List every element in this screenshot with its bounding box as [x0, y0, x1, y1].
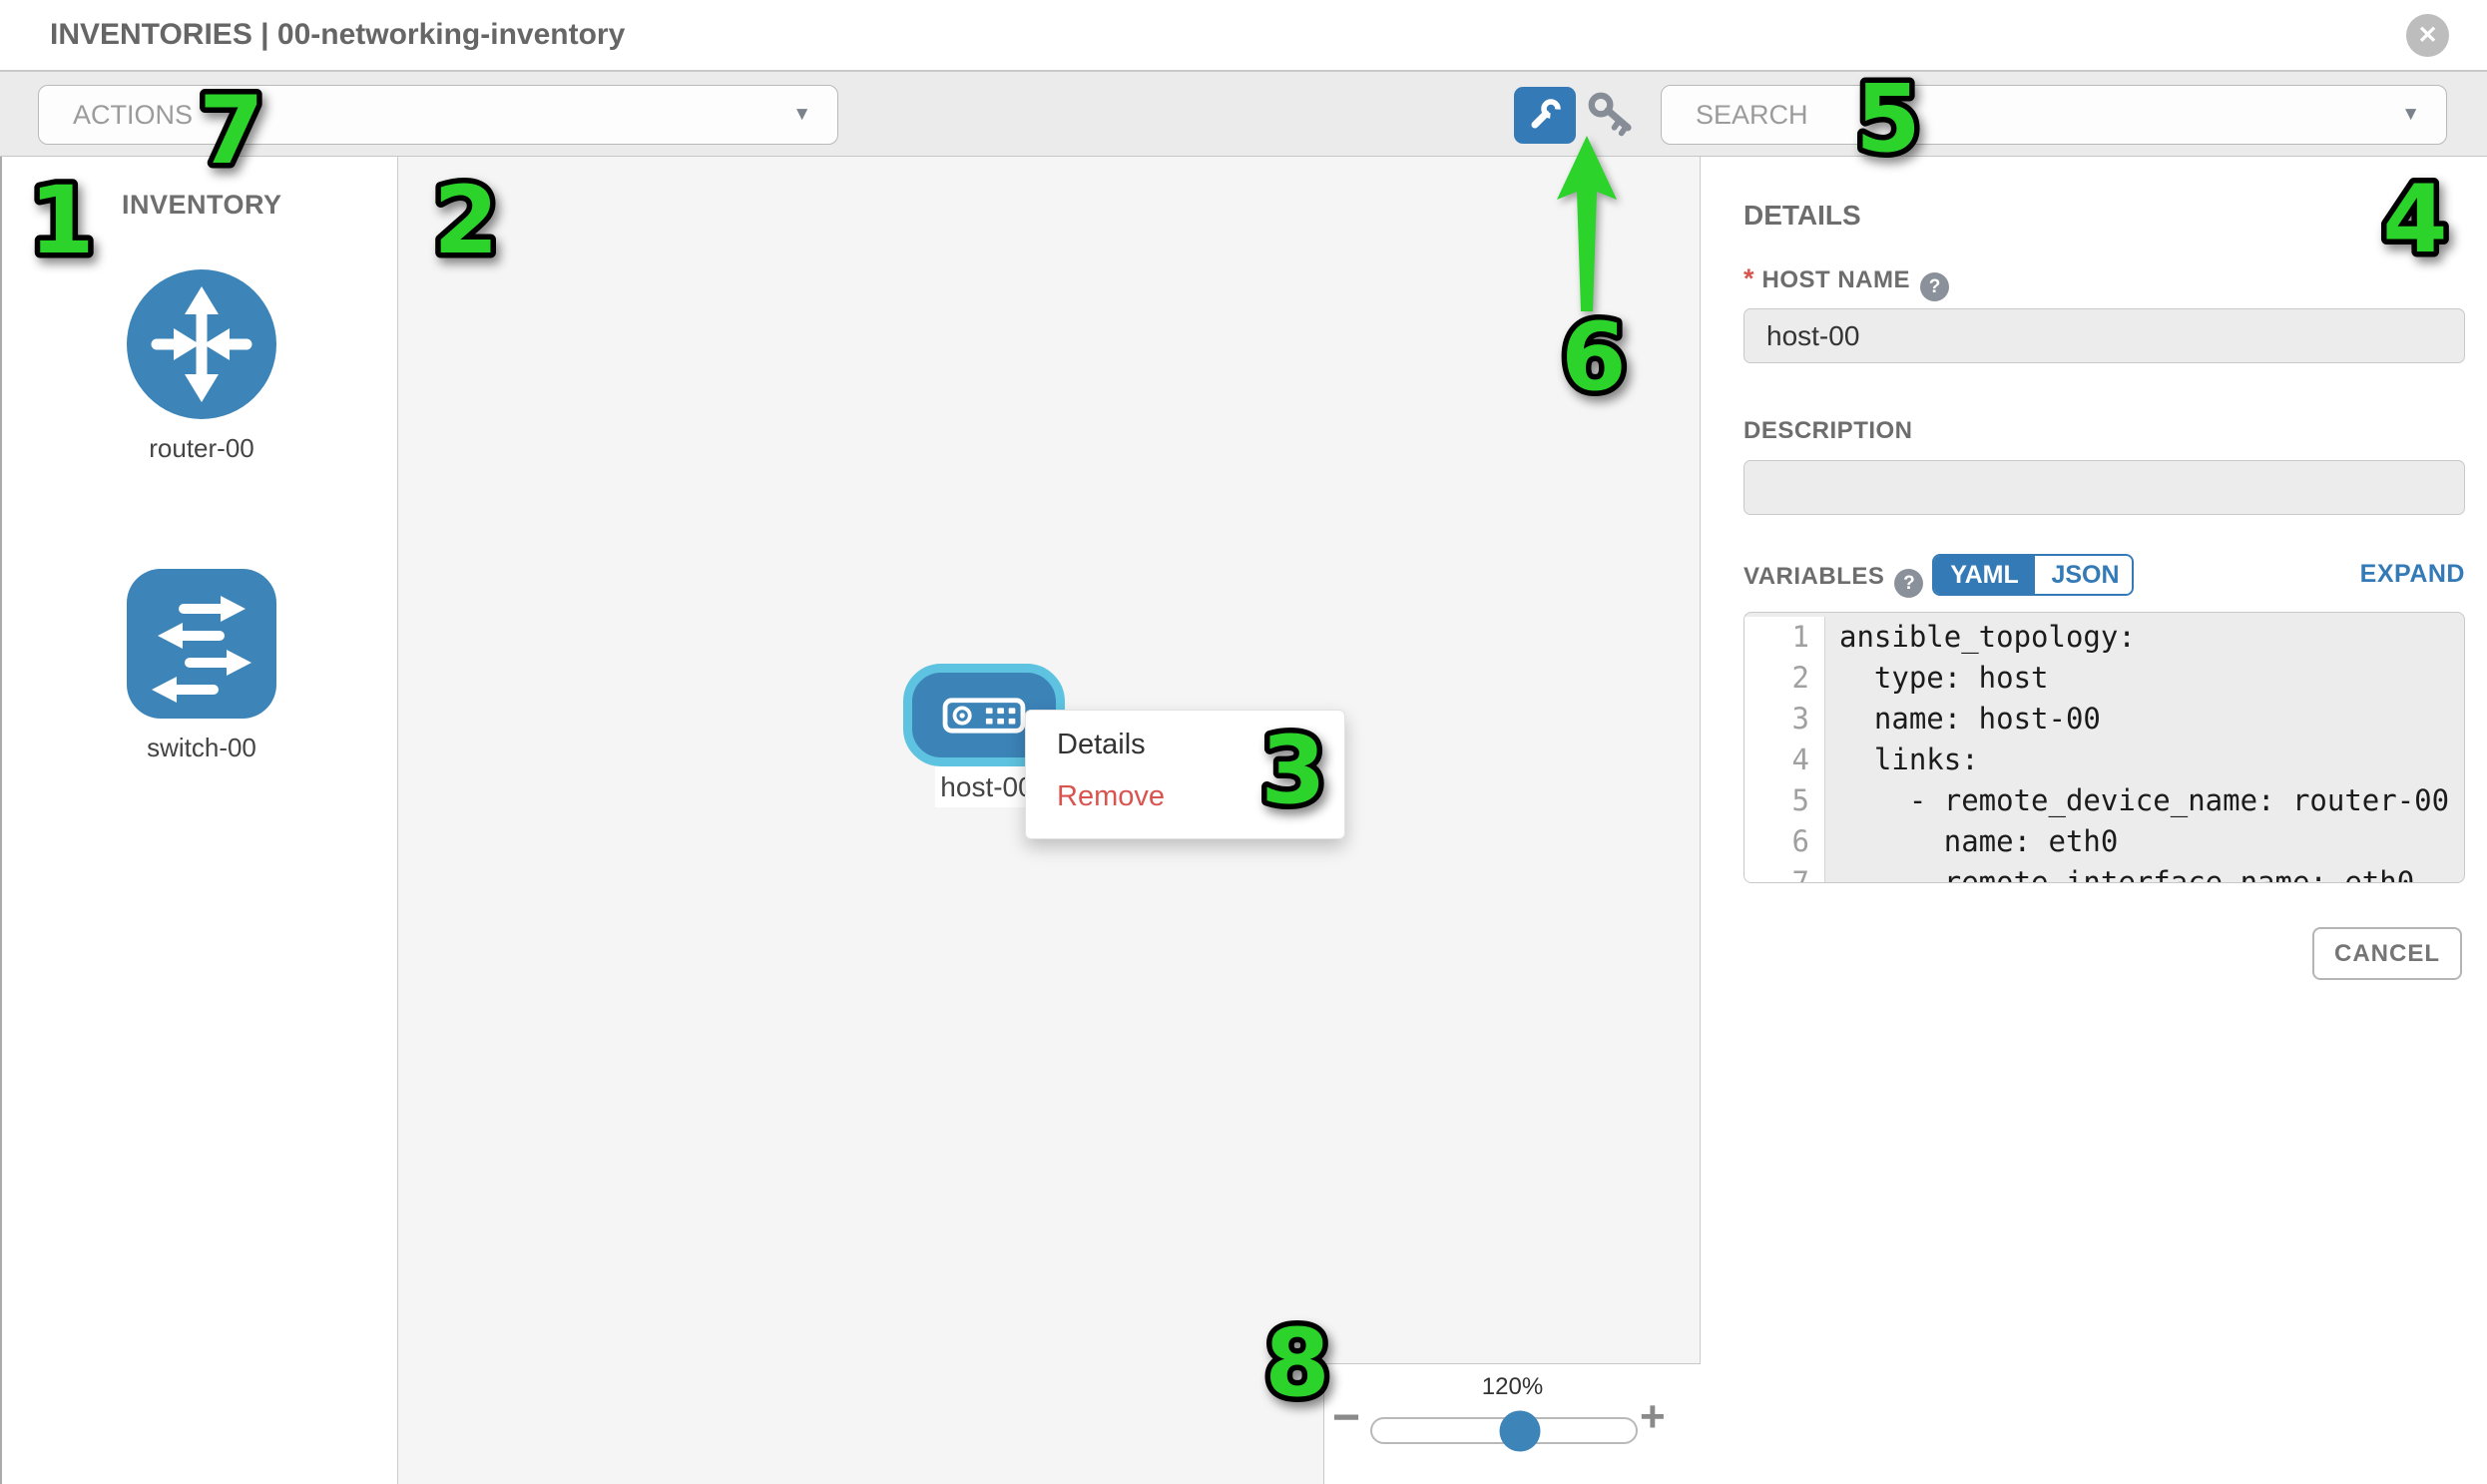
- caret-down-icon: ▼: [792, 86, 811, 144]
- line-text: name: host-00: [1825, 699, 2101, 740]
- variables-format-toggle: YAML JSON: [1932, 554, 2134, 596]
- host-icon: [942, 697, 1026, 735]
- annotation-1: 1: [2, 158, 122, 277]
- code-line: 3 name: host-00: [1744, 699, 2464, 740]
- code-line: 7 remote_interface_name: eth0: [1744, 862, 2464, 883]
- context-menu-item-details[interactable]: Details: [1057, 729, 1146, 761]
- expand-link[interactable]: EXPAND: [2360, 560, 2465, 589]
- inventory-sidebar: INVENTORY router-00 switch-00: [0, 157, 398, 1484]
- caret-down-icon: ▼: [2401, 86, 2420, 144]
- switch-icon: [127, 569, 276, 719]
- svg-text:8: 8: [1264, 1309, 1329, 1418]
- annotation-3: 3: [1234, 708, 1353, 827]
- actions-dropdown[interactable]: ACTIONS ▼: [38, 85, 838, 145]
- annotation-8: 8: [1238, 1300, 1357, 1420]
- zoom-in-button[interactable]: +: [1640, 1392, 1666, 1442]
- annotation-6: 6: [1534, 294, 1654, 414]
- zoom-slider[interactable]: [1370, 1417, 1638, 1444]
- search-dropdown-label: SEARCH: [1696, 86, 1808, 144]
- inventory-item-label: router-00: [87, 433, 316, 464]
- inventory-item-router[interactable]: router-00: [87, 269, 316, 464]
- inventory-item-switch[interactable]: switch-00: [87, 569, 316, 763]
- annotation-2: 2: [406, 158, 526, 277]
- context-menu-item-remove[interactable]: Remove: [1057, 780, 1165, 813]
- wrench-icon: [1527, 97, 1563, 133]
- variables-code-editor[interactable]: 1ansible_topology: 2 type: host 3 name: …: [1743, 612, 2465, 883]
- router-icon: [127, 269, 276, 419]
- annotation-arrow-up: [1555, 134, 1619, 313]
- zoom-control: 120% − +: [1323, 1363, 1701, 1484]
- app-header: INVENTORIES | 00-networking-inventory ✕: [0, 0, 2487, 72]
- search-dropdown[interactable]: SEARCH ▼: [1661, 85, 2447, 145]
- svg-text:3: 3: [1260, 717, 1325, 825]
- host-name-label-row: *HOST NAME?: [1743, 263, 1949, 295]
- svg-text:5: 5: [1855, 65, 1920, 174]
- annotation-5: 5: [1828, 56, 1948, 176]
- zoom-slider-handle[interactable]: [1499, 1410, 1540, 1451]
- svg-text:2: 2: [433, 167, 498, 275]
- line-number: 6: [1744, 821, 1825, 862]
- svg-text:6: 6: [1561, 303, 1626, 412]
- code-line: 5 - remote_device_name: router-00: [1744, 780, 2464, 821]
- sidebar-title: INVENTORY: [122, 190, 282, 221]
- description-label: DESCRIPTION: [1743, 417, 1913, 444]
- line-number: 1: [1744, 617, 1825, 658]
- cancel-button[interactable]: CANCEL: [2312, 927, 2462, 980]
- annotation-4: 4: [2355, 157, 2475, 276]
- toggle-yaml[interactable]: YAML: [1934, 556, 2035, 594]
- close-icon: ✕: [2417, 22, 2437, 49]
- required-asterisk: *: [1743, 263, 1754, 293]
- line-text: links:: [1825, 740, 1979, 780]
- description-label-row: DESCRIPTION: [1743, 417, 1913, 449]
- code-line: 1ansible_topology:: [1744, 617, 2464, 658]
- line-number: 2: [1744, 658, 1825, 699]
- help-icon[interactable]: ?: [1920, 272, 1949, 301]
- inventory-item-label: switch-00: [87, 733, 316, 763]
- line-number: 7: [1744, 862, 1825, 883]
- svg-text:7: 7: [199, 77, 263, 186]
- line-text: type: host: [1825, 658, 2049, 699]
- line-text: - remote_device_name: router-00: [1825, 780, 2449, 821]
- host-name-label: HOST NAME: [1762, 266, 1911, 293]
- details-panel: DETAILS * HOST NAME? DESCRIPTION VARIABLE…: [1702, 157, 2487, 1484]
- toggle-json[interactable]: JSON: [2035, 556, 2134, 594]
- code-line: 6 name: eth0: [1744, 821, 2464, 862]
- details-panel-title: DETAILS: [1743, 200, 1861, 232]
- close-button[interactable]: ✕: [2406, 14, 2449, 57]
- topology-canvas[interactable]: host-00 Details Remove 120% − +: [398, 157, 1701, 1484]
- line-number: 4: [1744, 740, 1825, 780]
- line-text: name: eth0: [1825, 821, 2118, 862]
- line-number: 5: [1744, 780, 1825, 821]
- page-title: INVENTORIES | 00-networking-inventory: [50, 0, 625, 70]
- variables-label-row: VARIABLES?: [1743, 563, 1923, 595]
- annotation-7: 7: [172, 68, 291, 188]
- host-node-label: host-00: [935, 766, 1039, 807]
- variables-label: VARIABLES: [1743, 563, 1884, 590]
- description-input[interactable]: [1743, 460, 2465, 515]
- code-line: 4 links:: [1744, 740, 2464, 780]
- toolbar: ACTIONS ▼ SEARCH ▼: [0, 72, 2487, 157]
- code-line: 2 type: host: [1744, 658, 2464, 699]
- line-text: ansible_topology:: [1825, 617, 2136, 658]
- line-text: remote_interface_name: eth0: [1825, 862, 2414, 883]
- host-name-input[interactable]: [1743, 308, 2465, 363]
- help-icon[interactable]: ?: [1894, 569, 1923, 598]
- line-number: 3: [1744, 699, 1825, 740]
- svg-text:4: 4: [2382, 166, 2447, 274]
- svg-text:1: 1: [29, 167, 94, 275]
